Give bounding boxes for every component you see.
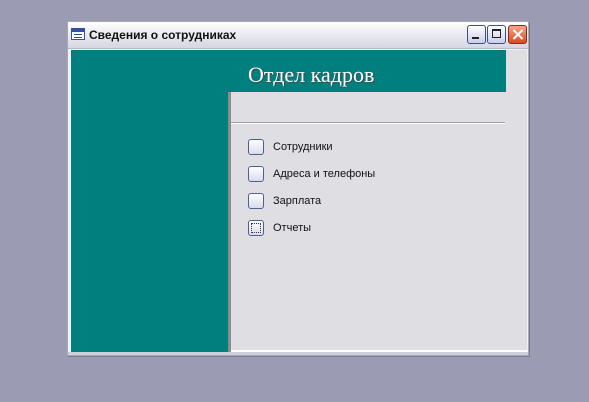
menu-button-reports[interactable]	[248, 220, 264, 236]
form-window-icon[interactable]	[71, 28, 85, 40]
menu-item-employees[interactable]: Сотрудники	[248, 139, 333, 155]
menu-label-salary[interactable]: Зарплата	[273, 195, 321, 207]
window-title: Сведения о сотрудниках	[89, 28, 237, 42]
menu-button-salary[interactable]	[248, 193, 264, 209]
left-color-band	[71, 50, 228, 352]
close-button[interactable]	[508, 25, 527, 44]
header-right-gap	[506, 50, 527, 92]
menu-item-salary[interactable]: Зарплата	[248, 193, 321, 209]
menu-item-addresses-phones[interactable]: Адреса и телефоны	[248, 166, 375, 182]
form-window: Сведения о сотрудниках Отдел кадров Сотр…	[67, 21, 529, 356]
menu-item-reports[interactable]: Отчеты	[248, 220, 311, 236]
title-bar[interactable]: Сведения о сотрудниках	[68, 22, 528, 49]
horizontal-divider	[231, 122, 505, 123]
menu-label-addresses-phones[interactable]: Адреса и телефоны	[273, 168, 375, 180]
menu-button-addresses-phones[interactable]	[248, 166, 264, 182]
window-bottom-border	[68, 352, 528, 355]
switchboard-form: Отдел кадров Сотрудники Адреса и телефон…	[71, 50, 527, 352]
form-heading: Отдел кадров	[248, 62, 375, 87]
menu-label-reports[interactable]: Отчеты	[273, 222, 311, 234]
vertical-divider	[228, 92, 231, 352]
menu-label-employees[interactable]: Сотрудники	[273, 141, 333, 153]
minimize-button[interactable]	[467, 25, 486, 44]
maximize-button[interactable]	[487, 25, 506, 44]
menu-button-employees[interactable]	[248, 139, 264, 155]
